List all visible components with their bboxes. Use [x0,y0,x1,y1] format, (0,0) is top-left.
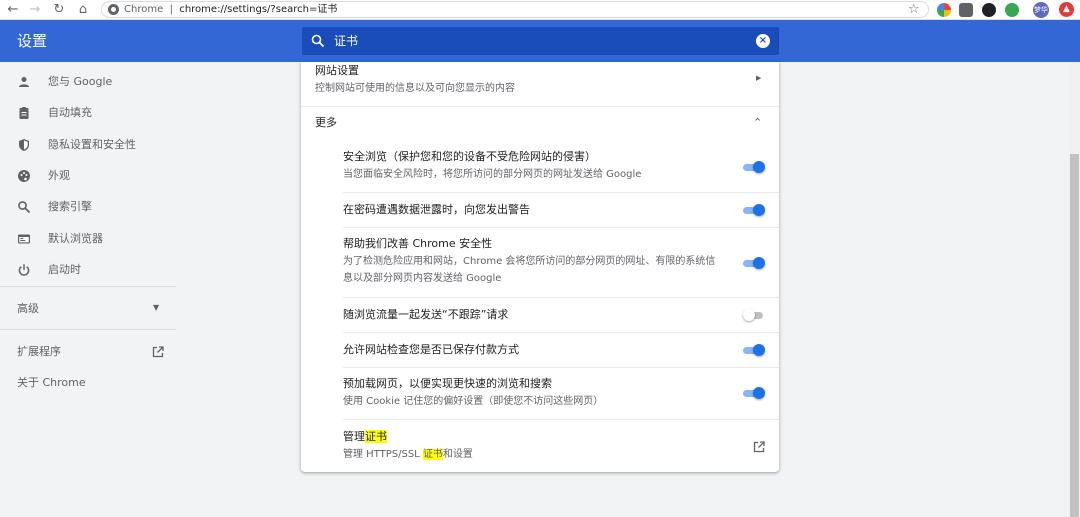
more-section-header[interactable]: 更多 ⌃ [301,112,779,136]
extension-icon[interactable] [937,3,951,17]
browser-icon [18,234,30,244]
scrollbar-thumb[interactable] [1070,154,1079,517]
avatar[interactable]: 梦华 [1033,2,1049,18]
sidebar-item-autofill[interactable]: 自动填充 [0,98,176,128]
improve-security-row: 帮助我们改善 Chrome 安全性 为了检测危险应用和网站，Chrome 会将您… [301,228,779,296]
shield-icon [19,139,29,151]
safe-browsing-toggle[interactable] [743,161,765,173]
page-title: 设置 [17,32,48,50]
extension-icon[interactable] [982,3,996,17]
omnibox[interactable]: Chrome | chrome://settings/?search=证书 [101,1,929,18]
do-not-track-toggle[interactable] [743,309,765,321]
search-value[interactable]: 证书 [334,33,358,49]
omnibox-text: Chrome | chrome://settings/?search=证书 [124,4,338,15]
more-label: 更多 [315,116,337,129]
safe-browsing-title: 安全浏览（保护您和您的设备不受危险网站的侵害） [343,150,596,163]
palette-icon [18,170,30,182]
password-leak-title: 在密码遭遇数据泄露时，向您发出警告 [343,203,530,216]
site-settings-title: 网站设置 [315,64,359,77]
settings-card: 网站设置 控制网站可使用的信息以及可向您显示的内容 ▶ 更多 ⌃ 安全浏览（保护… [301,62,779,472]
divider [301,106,779,107]
sidebar: 您与 Google 自动填充 隐私设置和安全性 外观 搜索引擎 默认浏览器 启动… [0,62,176,517]
manage-certificates-row[interactable]: 管理证书 管理 HTTPS/SSL 证书和设置 [301,420,779,470]
sidebar-advanced[interactable]: 高级 [17,301,39,317]
sidebar-item-label: 您与 Google [48,75,113,88]
preload-pages-title: 预加载网页，以便实现更快速的浏览和搜索 [343,377,552,390]
do-not-track-title: 随浏览流量一起发送“不跟踪”请求 [343,308,509,321]
sidebar-item-label: 启动时 [48,263,81,276]
settings-header: 设置 证书 × [0,20,1080,62]
improve-security-subtitle: 为了检测危险应用和网站，Chrome 会将您所访问的部分网页的网址、有限的系统信… [343,256,716,284]
sidebar-extensions[interactable]: 扩展程序 [17,344,61,360]
clipboard-icon [19,107,29,119]
external-link-icon[interactable] [753,441,765,453]
external-link-icon[interactable] [152,346,164,358]
preload-pages-toggle[interactable] [743,387,765,399]
extension-icon[interactable]: ▲ [1059,2,1074,17]
payment-methods-row: 允许网站检查您是否已保存付款方式 [301,333,779,367]
manage-certificates-title: 管理证书 [343,430,387,443]
password-leak-row: 在密码遭遇数据泄露时，向您发出警告 [301,193,779,226]
star-icon[interactable]: ☆ [908,1,920,18]
sidebar-item-label: 默认浏览器 [48,232,103,245]
browser-toolbar: ← → ↻ ⌂ Chrome | chrome://settings/?sear… [0,0,1080,20]
improve-security-title: 帮助我们改善 Chrome 安全性 [343,237,493,250]
password-leak-toggle[interactable] [743,204,765,216]
forward-icon[interactable]: → [26,1,44,19]
sidebar-item-you-and-google[interactable]: 您与 Google [0,67,176,97]
manage-certificates-subtitle: 管理 HTTPS/SSL 证书和设置 [343,449,473,460]
sidebar-item-label: 自动填充 [48,106,92,119]
sidebar-item-label: 搜索引擎 [48,200,92,213]
chevron-down-icon[interactable]: ▼ [153,303,159,312]
do-not-track-row: 随浏览流量一起发送“不跟踪”请求 [301,298,779,331]
search-input[interactable]: 证书 × [302,27,779,55]
preload-pages-subtitle: 使用 Cookie 记住您的偏好设置（即使您不访问这些网页） [343,396,604,407]
person-icon [19,77,29,87]
extension-icon[interactable] [959,3,973,17]
site-settings-row[interactable]: 网站设置 控制网站可使用的信息以及可向您显示的内容 ▶ [301,62,779,106]
sidebar-item-default-browser[interactable]: 默认浏览器 [0,224,176,254]
improve-security-toggle[interactable] [743,257,765,269]
sidebar-item-appearance[interactable]: 外观 [0,161,176,191]
search-icon [18,201,31,214]
payment-methods-title: 允许网站检查您是否已保存付款方式 [343,343,519,356]
chevron-right-icon: ▶ [756,74,762,82]
preload-pages-row: 预加载网页，以便实现更快速的浏览和搜索 使用 Cookie 记住您的偏好设置（即… [301,368,779,418]
extension-icon[interactable] [1005,3,1019,17]
sidebar-item-label: 外观 [48,169,70,182]
sidebar-item-on-startup[interactable]: 启动时 [0,255,176,285]
clear-search-icon[interactable]: × [756,34,770,48]
sidebar-item-label: 隐私设置和安全性 [48,138,136,151]
site-settings-subtitle: 控制网站可使用的信息以及可向您显示的内容 [315,83,515,94]
reload-icon[interactable]: ↻ [50,1,68,19]
sidebar-item-privacy[interactable]: 隐私设置和安全性 [0,130,176,160]
payment-methods-toggle[interactable] [743,344,765,356]
sidebar-divider [0,329,176,330]
sidebar-divider [0,286,176,287]
power-icon [18,264,30,276]
chevron-up-icon[interactable]: ⌃ [753,116,762,129]
site-info-icon[interactable] [108,4,119,15]
home-icon[interactable]: ⌂ [74,1,92,19]
safe-browsing-row: 安全浏览（保护您和您的设备不受危险网站的侵害） 当您面临安全风险时，将您所访问的… [301,146,779,192]
safe-browsing-subtitle: 当您面临安全风险时，将您所访问的部分网页的网址发送给 Google [343,169,642,180]
scrollbar[interactable] [1069,62,1080,517]
sidebar-about[interactable]: 关于 Chrome [17,375,86,391]
sidebar-item-search-engine[interactable]: 搜索引擎 [0,192,176,222]
search-icon [311,34,325,48]
back-icon[interactable]: ← [4,1,22,19]
